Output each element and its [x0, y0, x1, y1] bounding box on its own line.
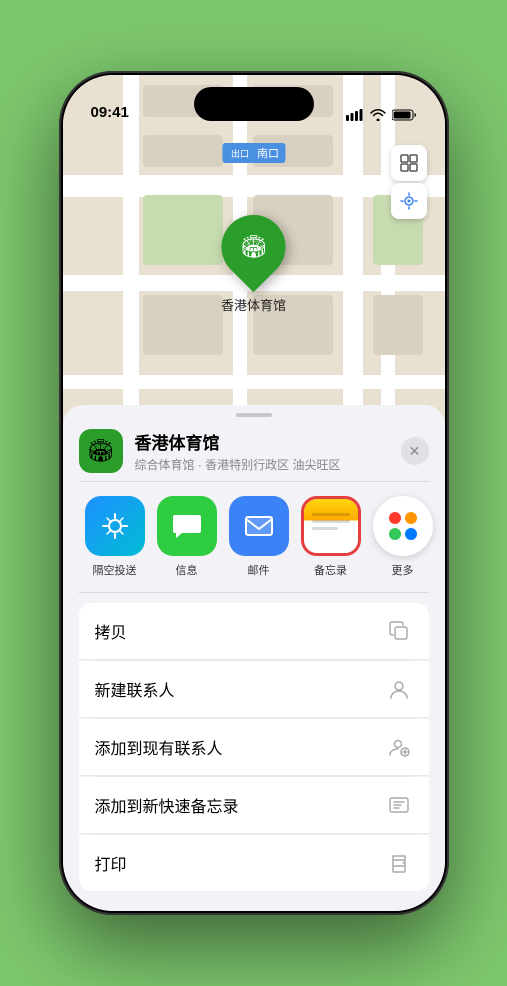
share-item-airdrop[interactable]: 隔空投送 [79, 496, 151, 578]
share-row: 隔空投送 信息 [63, 482, 445, 592]
share-item-messages[interactable]: 信息 [151, 496, 223, 578]
status-time: 09:41 [91, 104, 129, 121]
quick-note-icon [385, 791, 413, 819]
add-contact-icon [385, 733, 413, 761]
airdrop-icon-wrap [85, 496, 145, 556]
phone-screen: 09:41 [63, 75, 445, 911]
messages-icon-wrap [157, 496, 217, 556]
battery-icon [392, 109, 417, 121]
mail-label: 邮件 [248, 562, 270, 578]
status-icons [346, 109, 417, 121]
more-icon-wrap [373, 496, 433, 556]
location-button[interactable] [391, 183, 427, 219]
venue-subtitle: 综合体育馆 · 香港特别行政区 油尖旺区 [135, 456, 389, 473]
map-controls[interactable] [391, 145, 427, 219]
action-print[interactable]: 打印 [79, 835, 429, 891]
notes-icon-wrap [301, 496, 361, 556]
phone-frame: 09:41 [59, 71, 449, 915]
action-add-contact[interactable]: 添加到现有联系人 [79, 719, 429, 776]
notes-label: 备忘录 [314, 562, 347, 578]
action-rows-wrapper: 拷贝 新建联系人 [63, 603, 445, 891]
map-view-toggle[interactable] [391, 145, 427, 181]
signal-icon [346, 109, 364, 121]
airdrop-label: 隔空投送 [93, 562, 137, 578]
pin-label: 香港体育馆 [221, 295, 286, 314]
print-icon [385, 849, 413, 877]
venue-name: 香港体育馆 [135, 429, 389, 454]
action-copy-label: 拷贝 [95, 619, 127, 643]
messages-label: 信息 [176, 562, 198, 578]
venue-icon: 🏟 [79, 429, 123, 473]
mail-icon-wrap [229, 496, 289, 556]
action-quick-note[interactable]: 添加到新快速备忘录 [79, 777, 429, 834]
map-entrance-label: 出口 南口 [222, 143, 285, 163]
action-print-label: 打印 [95, 851, 127, 875]
more-label: 更多 [392, 562, 414, 578]
share-item-more[interactable]: 更多 [367, 496, 439, 578]
divider-2 [79, 592, 429, 593]
action-new-contact-label: 新建联系人 [95, 677, 175, 701]
action-add-contact-label: 添加到现有联系人 [95, 735, 223, 759]
map-pin: 🏟 香港体育馆 [221, 215, 286, 314]
action-quick-note-label: 添加到新快速备忘录 [95, 793, 239, 817]
dynamic-island [194, 87, 314, 121]
bottom-sheet: 🏟 香港体育馆 综合体育馆 · 香港特别行政区 油尖旺区 ✕ [63, 405, 445, 911]
close-button[interactable]: ✕ [401, 437, 429, 465]
copy-icon [385, 617, 413, 645]
action-copy[interactable]: 拷贝 [79, 603, 429, 660]
venue-info: 香港体育馆 综合体育馆 · 香港特别行政区 油尖旺区 [135, 429, 389, 473]
share-item-notes[interactable]: 备忘录 [295, 496, 367, 578]
sheet-header: 🏟 香港体育馆 综合体育馆 · 香港特别行政区 油尖旺区 ✕ [63, 417, 445, 481]
wifi-icon [370, 109, 386, 121]
action-new-contact[interactable]: 新建联系人 [79, 661, 429, 718]
new-contact-icon [385, 675, 413, 703]
share-item-mail[interactable]: 邮件 [223, 496, 295, 578]
action-rows-container: 拷贝 新建联系人 [79, 603, 429, 891]
